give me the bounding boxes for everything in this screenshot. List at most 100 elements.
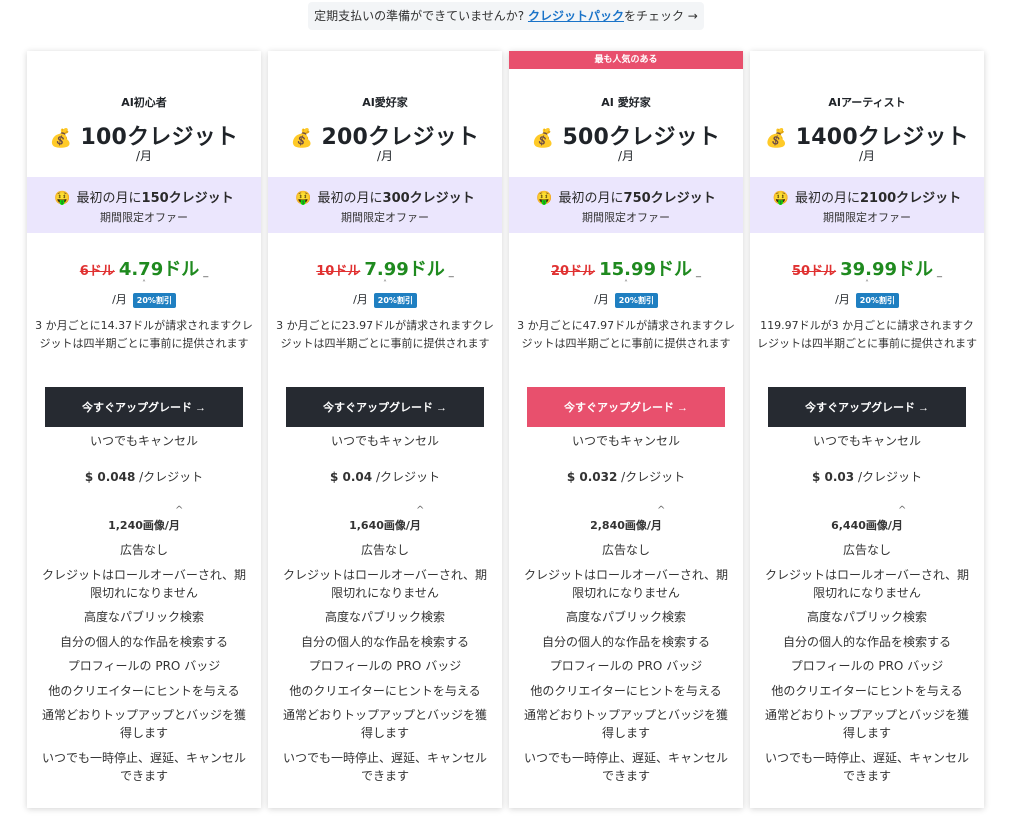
caret-up-icon[interactable]: ^ bbox=[898, 505, 906, 516]
money-face-icon: 🤑 bbox=[295, 191, 312, 206]
feature-item: プロフィールの PRO バッジ bbox=[67, 659, 221, 673]
price-per-credit: $ 0.048 /クレジット bbox=[27, 468, 261, 485]
price-underscore: _ bbox=[937, 267, 943, 278]
unit-value: $ 0.04 bbox=[329, 470, 373, 484]
billing-note: 3 か月ごとに14.37ドルが請求されますクレジットは四半期ごとに事前に提供され… bbox=[35, 319, 253, 350]
price-line: 6ドル 4.79ドル _ bbox=[27, 255, 261, 281]
offer-subtitle: 期間限定オファー bbox=[100, 211, 188, 224]
per-month-label: /月 bbox=[835, 293, 850, 306]
feature-item: 広告なし bbox=[119, 543, 168, 557]
upgrade-now-button[interactable]: 今すぐアップグレード → bbox=[527, 387, 725, 427]
feature-item: クレジットはロールオーバーされ、期限切れになりません bbox=[41, 567, 246, 600]
feature-item: 広告なし bbox=[842, 543, 891, 557]
small-caret-icon: ˄ bbox=[142, 279, 146, 288]
cancel-anytime: いつでもキャンセル bbox=[330, 434, 439, 448]
feature-item: 自分の個人的な作品を検索する bbox=[59, 634, 228, 649]
price-line: 10ドル 7.99ドル _ bbox=[268, 255, 502, 281]
new-price: 7.99ドル bbox=[364, 259, 445, 280]
billing-note: 3 か月ごとに47.97ドルが請求されますクレジットは四半期ごとに事前に提供され… bbox=[517, 319, 735, 350]
price-line: 50ドル 39.99ドル _ bbox=[750, 255, 984, 281]
per-month-label: /月 bbox=[353, 293, 368, 306]
old-price: 6ドル bbox=[79, 264, 115, 279]
small-caret-icon: ˄ bbox=[865, 279, 869, 288]
feature-list: 広告なし クレジットはロールオーバーされ、期限切れになりません 高度なパブリック検索… bbox=[760, 541, 974, 791]
per-month-label: /月 bbox=[858, 149, 876, 163]
price-underscore: _ bbox=[203, 267, 209, 278]
pricing-card: AI愛好家 💰 200クレジット /月 🤑 最初の月に300クレジット 期間限定オフ… bbox=[268, 51, 502, 808]
feature-item: 自分の個人的な作品を検索する bbox=[782, 634, 951, 649]
pricing-card: AI初心者 💰 100クレジット /月 🤑 最初の月に150クレジット 期間限定オフ… bbox=[27, 51, 261, 808]
feature-item: 通常どおりトップアップとバッジを獲得します bbox=[282, 708, 487, 740]
pricing-card: AIアーティスト 💰 1400クレジット /月 🤑 最初の月に2100クレジット 期… bbox=[750, 51, 984, 808]
offer-line: 🤑 最初の月に2100クレジット bbox=[750, 187, 984, 206]
feature-item: いつでも一時停止、遅延、キャンセルできます bbox=[523, 750, 728, 783]
plan-name: AI愛好家 bbox=[362, 96, 408, 109]
caret-up-icon[interactable]: ^ bbox=[416, 505, 424, 516]
money-face-icon: 🤑 bbox=[54, 191, 71, 206]
feature-item: 他のクリエイターにヒントを与える bbox=[771, 683, 963, 698]
credit-pack-link[interactable]: クレジットパック bbox=[528, 9, 624, 23]
price-underscore: _ bbox=[448, 267, 454, 278]
small-caret-icon: ˄ bbox=[383, 279, 387, 288]
notice-suffix: をチェック → bbox=[623, 9, 698, 23]
new-price: 15.99ドル bbox=[599, 259, 693, 280]
feature-item: いつでも一時停止、遅延、キャンセルできます bbox=[41, 750, 246, 783]
most-popular-banner: 最も人気のある bbox=[509, 51, 743, 69]
discount-badge: 20%割引 bbox=[132, 292, 176, 308]
feature-item: 自分の個人的な作品を検索する bbox=[300, 634, 469, 649]
feature-item: 高度なパブリック検索 bbox=[324, 610, 445, 624]
per-month-label: /月 bbox=[617, 149, 635, 163]
offer-amount: 750クレジット bbox=[623, 191, 716, 206]
unit-suffix: /クレジット bbox=[621, 470, 686, 484]
price-underscore: _ bbox=[696, 267, 702, 278]
cancel-anytime: いつでもキャンセル bbox=[571, 434, 680, 448]
plan-name: AI初心者 bbox=[121, 96, 167, 109]
feature-item: 他のクリエイターにヒントを与える bbox=[530, 683, 722, 698]
feature-item: クレジットはロールオーバーされ、期限切れになりません bbox=[764, 567, 969, 600]
first-month-offer: 🤑 最初の月に150クレジット 期間限定オファー bbox=[27, 177, 261, 233]
offer-subtitle: 期間限定オファー bbox=[823, 211, 911, 224]
caret-up-icon[interactable]: ^ bbox=[657, 505, 665, 516]
offer-prefix: 最初の月に bbox=[317, 191, 383, 206]
money-bag-icon: 💰 bbox=[765, 128, 788, 149]
price-per-credit: $ 0.032 /クレジット bbox=[509, 468, 743, 485]
upgrade-now-button[interactable]: 今すぐアップグレード → bbox=[768, 387, 966, 427]
price-per-credit: $ 0.04 /クレジット bbox=[268, 468, 502, 485]
feature-item: 高度なパブリック検索 bbox=[565, 610, 686, 624]
unit-suffix: /クレジット bbox=[375, 470, 440, 484]
per-month-discount: /月 20%割引 bbox=[509, 291, 743, 308]
upgrade-now-button[interactable]: 今すぐアップグレード → bbox=[286, 387, 484, 427]
caret-up-icon[interactable]: ^ bbox=[175, 505, 183, 516]
discount-badge: 20%割引 bbox=[855, 292, 899, 308]
price-per-credit: $ 0.03 /クレジット bbox=[750, 468, 984, 485]
feature-item: 高度なパブリック検索 bbox=[83, 610, 204, 624]
feature-item: クレジットはロールオーバーされ、期限切れになりません bbox=[282, 567, 487, 600]
feature-item: クレジットはロールオーバーされ、期限切れになりません bbox=[523, 567, 728, 600]
offer-prefix: 最初の月に bbox=[558, 191, 624, 206]
old-price: 50ドル bbox=[791, 264, 837, 279]
first-month-offer: 🤑 最初の月に750クレジット 期間限定オファー bbox=[509, 177, 743, 233]
discount-badge: 20%割引 bbox=[614, 292, 658, 308]
discount-badge: 20%割引 bbox=[373, 292, 417, 308]
money-bag-icon: 💰 bbox=[49, 128, 73, 149]
small-caret-icon: ˄ bbox=[624, 279, 628, 288]
cancel-anytime: いつでもキャンセル bbox=[812, 434, 921, 448]
credit-pack-notice: 定期支払いの準備ができていませんか? クレジットパックをチェック → bbox=[308, 2, 704, 30]
upgrade-now-button[interactable]: 今すぐアップグレード → bbox=[45, 387, 243, 427]
unit-value: $ 0.032 bbox=[566, 470, 618, 484]
notice-text: 定期支払いの準備ができていませんか? bbox=[314, 9, 525, 23]
feature-item: プロフィールの PRO バッジ bbox=[549, 659, 703, 673]
plan-name: AIアーティスト bbox=[828, 96, 906, 109]
per-month-discount: /月 20%割引 bbox=[750, 291, 984, 308]
old-price: 10ドル bbox=[316, 264, 361, 279]
unit-value: $ 0.03 bbox=[811, 470, 855, 484]
feature-item: 他のクリエイターにヒントを与える bbox=[48, 683, 240, 698]
offer-amount: 2100クレジット bbox=[860, 191, 962, 206]
offer-line: 🤑 最初の月に300クレジット bbox=[268, 187, 502, 206]
offer-line: 🤑 最初の月に150クレジット bbox=[27, 187, 261, 206]
per-month-label: /月 bbox=[594, 293, 609, 306]
feature-item: プロフィールの PRO バッジ bbox=[308, 659, 462, 673]
money-face-icon: 🤑 bbox=[536, 191, 553, 206]
money-bag-icon: 💰 bbox=[531, 128, 555, 149]
new-price: 39.99ドル bbox=[840, 259, 934, 280]
